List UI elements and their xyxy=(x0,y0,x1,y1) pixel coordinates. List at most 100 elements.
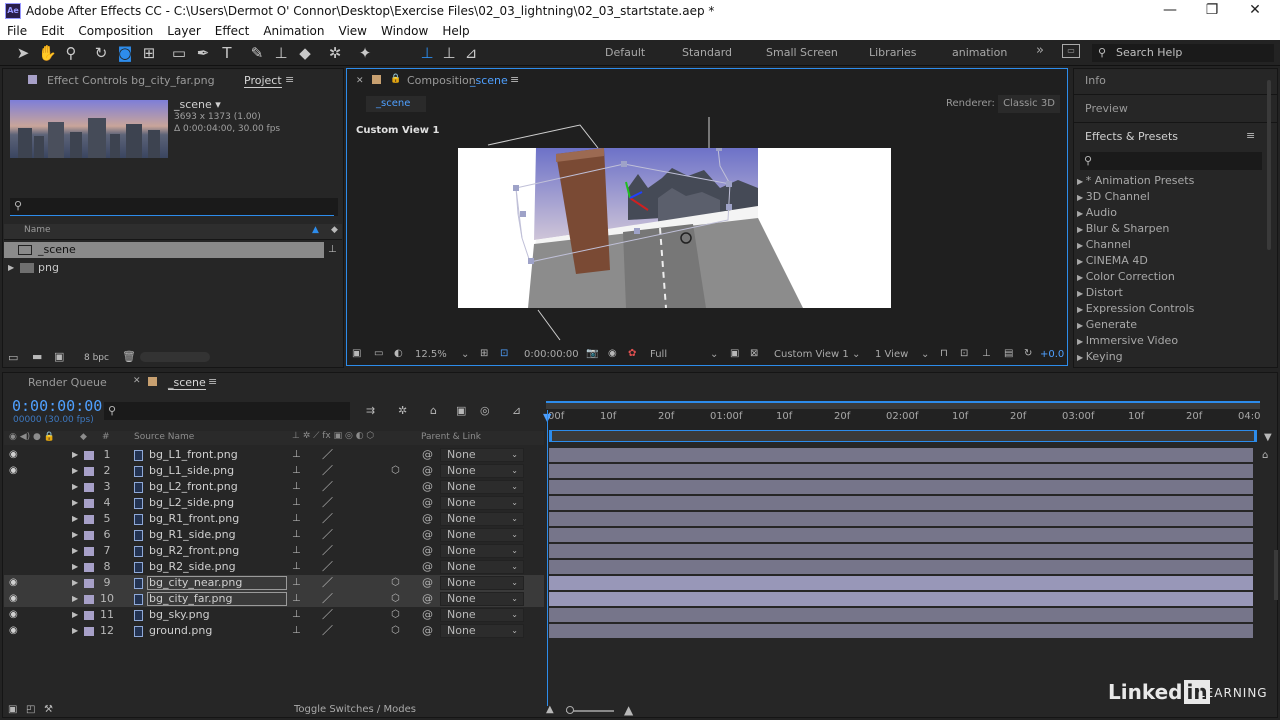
search-help-toggle-icon[interactable]: ▭ xyxy=(1062,44,1080,58)
tab-close-icon[interactable]: ✕ xyxy=(133,376,141,386)
show-snapshot-icon[interactable]: ◉ xyxy=(608,348,617,359)
transfer-controls-icon[interactable]: ◰ xyxy=(26,704,35,715)
workspace-libraries[interactable]: Libraries xyxy=(869,46,917,59)
timeline-layer-row[interactable]: ◉ ▶ 10 bg_city_far.png ⊥ ／ ⬡ @ None ⌄ xyxy=(4,591,544,607)
flowchart-icon[interactable]: ⊥ xyxy=(982,348,991,359)
pick-whip-icon[interactable]: @ xyxy=(422,607,433,623)
pick-whip-icon[interactable]: @ xyxy=(422,463,433,479)
timeline-layer-row[interactable]: ▶ 5 bg_R1_front.png ⊥ ／ @ None ⌄ xyxy=(4,511,544,527)
layer-duration-bar[interactable] xyxy=(549,464,1253,478)
quality-switch-icon[interactable]: ／ xyxy=(322,559,333,575)
project-row-scene[interactable]: _scene xyxy=(4,242,324,258)
3d-layer-icon[interactable]: ⬡ xyxy=(391,463,400,479)
parent-select[interactable]: None ⌄ xyxy=(440,528,524,542)
shy-switch-icon[interactable]: ⊥ xyxy=(292,607,301,623)
label-color-swatch[interactable] xyxy=(84,499,94,508)
search-help-input[interactable]: ⚲ Search Help xyxy=(1092,44,1274,62)
toggle-switches-modes[interactable]: Toggle Switches / Modes xyxy=(294,704,416,715)
zoom-in-icon[interactable]: ▲ xyxy=(624,703,633,717)
3d-layer-icon[interactable]: ⬡ xyxy=(391,623,400,639)
layer-name[interactable]: bg_R2_side.png xyxy=(149,559,236,575)
label-color-swatch[interactable] xyxy=(84,611,94,620)
effects-category[interactable]: ▶ 3D Channel xyxy=(1077,189,1150,205)
menu-layer[interactable]: Layer xyxy=(160,22,207,40)
layer-duration-bar[interactable] xyxy=(549,512,1253,526)
zoom-out-icon[interactable]: ▲ xyxy=(546,704,554,715)
menu-window[interactable]: Window xyxy=(374,22,435,40)
shy-switch-icon[interactable]: ⊥ xyxy=(292,463,301,479)
layer-duration-bar[interactable] xyxy=(549,624,1253,638)
eye-icon[interactable]: ◉ xyxy=(9,591,18,607)
panel-menu-icon[interactable]: ≡ xyxy=(208,375,217,388)
expand-triangle-icon[interactable]: ▶ xyxy=(72,623,78,639)
effects-search-input[interactable]: ⚲ xyxy=(1080,152,1262,170)
pick-whip-icon[interactable]: @ xyxy=(422,511,433,527)
time-navigator[interactable] xyxy=(549,430,1257,442)
transparency-grid-icon[interactable]: ⊠ xyxy=(750,348,758,359)
frame-blending-icon[interactable]: ▣ xyxy=(456,404,466,417)
pick-whip-icon[interactable]: @ xyxy=(422,527,433,543)
column-source-name[interactable]: Source Name xyxy=(134,432,194,442)
local-axis-icon[interactable]: ⊥ xyxy=(418,44,436,62)
menu-composition[interactable]: Composition xyxy=(71,22,160,40)
pick-whip-icon[interactable]: @ xyxy=(422,591,433,607)
project-row-png[interactable]: ▶ png xyxy=(4,260,324,276)
tab-preview[interactable]: Preview xyxy=(1085,102,1128,115)
timeline-layer-row[interactable]: ◉ ▶ 2 bg_L1_side.png ⊥ ／ ⬡ @ None ⌄ xyxy=(4,463,544,479)
grid-icon[interactable]: ⊞ xyxy=(480,348,488,359)
eraser-tool-icon[interactable]: ◆ xyxy=(296,44,314,62)
region-of-interest-icon[interactable]: ⊡ xyxy=(500,348,508,359)
expand-triangle-icon[interactable]: ▶ xyxy=(72,591,78,607)
roto-brush-tool-icon[interactable]: ✲ xyxy=(326,44,344,62)
eye-icon[interactable]: ◉ xyxy=(9,623,18,639)
tab-composition-name[interactable]: _scene xyxy=(470,74,508,87)
project-search-input[interactable]: ⚲ xyxy=(10,198,338,216)
label-color-swatch[interactable] xyxy=(84,531,94,540)
pick-whip-icon[interactable]: @ xyxy=(422,479,433,495)
layer-duration-bar[interactable] xyxy=(549,528,1253,542)
new-folder-icon[interactable]: ▬ xyxy=(32,350,42,363)
panel-menu-icon[interactable]: ≡ xyxy=(510,73,519,86)
composition-mini-flowchart-icon[interactable]: ⇉ xyxy=(366,404,375,417)
expand-triangle-icon[interactable]: ▶ xyxy=(72,495,78,511)
quality-switch-icon[interactable]: ／ xyxy=(322,463,333,479)
column-name[interactable]: Name xyxy=(24,225,51,235)
interpret-footage-icon[interactable]: ▭ xyxy=(8,351,18,364)
sort-ascending-icon[interactable]: ▲ xyxy=(312,225,319,235)
quality-switch-icon[interactable]: ／ xyxy=(322,447,333,463)
layer-duration-bar[interactable] xyxy=(549,544,1253,558)
camera-tool-icon[interactable]: ◙ xyxy=(116,44,134,62)
layer-switches-icon[interactable]: ▣ xyxy=(8,704,17,715)
workspace-small-screen[interactable]: Small Screen xyxy=(766,46,838,59)
3d-layer-icon[interactable]: ⬡ xyxy=(391,607,400,623)
layer-duration-bar[interactable] xyxy=(549,560,1253,574)
puppet-tool-icon[interactable]: ✦ xyxy=(356,44,374,62)
expand-triangle-icon[interactable]: ▶ xyxy=(72,447,78,463)
graph-editor-icon[interactable]: ⊿ xyxy=(512,404,521,417)
layer-name[interactable]: bg_sky.png xyxy=(149,607,210,623)
label-color-swatch[interactable] xyxy=(84,515,94,524)
3d-view-select[interactable]: Custom View 1 ⌄ xyxy=(774,348,862,362)
expand-triangle-icon[interactable]: ▶ xyxy=(72,543,78,559)
3d-layer-icon[interactable]: ⬡ xyxy=(391,575,400,591)
menu-file[interactable]: File xyxy=(0,22,34,40)
parent-select[interactable]: None ⌄ xyxy=(440,560,524,574)
zoom-slider-handle[interactable] xyxy=(566,706,574,714)
pick-whip-icon[interactable]: @ xyxy=(422,559,433,575)
pick-whip-icon[interactable]: @ xyxy=(422,575,433,591)
label-color-swatch[interactable] xyxy=(84,467,94,476)
zoom-tool-icon[interactable]: ⚲ xyxy=(62,44,80,62)
rotate-tool-icon[interactable]: ↻ xyxy=(92,44,110,62)
effects-category[interactable]: ▶ Distort xyxy=(1077,285,1123,301)
viewer-close-icon[interactable]: ✕ xyxy=(356,76,364,86)
layer-duration-bar[interactable] xyxy=(549,592,1253,606)
shy-switch-icon[interactable]: ⊥ xyxy=(292,527,301,543)
mask-visibility-icon[interactable]: ◐ xyxy=(394,348,403,359)
shy-switch-icon[interactable]: ⊥ xyxy=(292,575,301,591)
project-scrollbar[interactable] xyxy=(140,352,210,362)
layer-name[interactable]: bg_L2_front.png xyxy=(149,479,238,495)
eye-icon[interactable]: ◉ xyxy=(9,447,18,463)
always-preview-icon[interactable]: ▣ xyxy=(352,348,361,359)
shy-switch-icon[interactable]: ⊥ xyxy=(292,623,301,639)
layer-name[interactable]: bg_L2_side.png xyxy=(149,495,234,511)
